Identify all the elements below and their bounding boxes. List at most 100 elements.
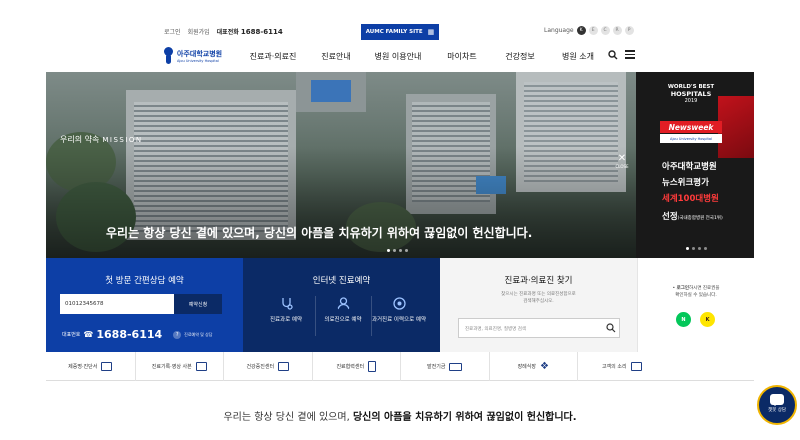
language-p[interactable]: P [624, 26, 634, 35]
language-cn[interactable]: C [600, 26, 610, 35]
hero-dot-1[interactable] [387, 249, 390, 252]
reserve-by-history[interactable]: 과거진료 이력으로 예약 [371, 296, 427, 324]
banner-line-4-small: (국내종합병원 전국1위) [677, 216, 723, 221]
find-doctor-panel: 진료과·의료진 찾기 찾으시는 진료과명 또는 의료진성함으로 검색해주십시오.… [440, 258, 637, 352]
first-visit-panel: 첫 방문 간편상담 예약 01012345678 예약신청 대표번호 ☎ 168… [46, 258, 243, 352]
banner-hospitals: HOSPITALS [670, 90, 712, 98]
mission-label: 우리의 약속 MISSION [60, 134, 143, 145]
department-search-input[interactable]: 진료과명, 의료진명, 질병명 검색 [458, 318, 620, 338]
rep-label: 대표번호 [62, 332, 81, 338]
family-site-label: AUMC FAMILY SITE [365, 29, 423, 35]
login-link[interactable]: 로그인 [164, 27, 181, 36]
search-icon[interactable] [606, 323, 616, 333]
hospital-logo[interactable]: 아주대학교병원 Ajou University Hospital [164, 47, 222, 64]
reserve-by-department-label: 진료과로 예약 [269, 317, 303, 323]
shortcut-label: 진료기록·영상 사본 [151, 364, 192, 370]
login-message-1: 하시면 진료권을 [689, 286, 720, 291]
language-ru[interactable]: R [612, 26, 622, 35]
kakao-login-button[interactable]: K [700, 312, 715, 327]
utility-bar: 로그인 회원가입 대표전화 1688-6114 AUMC FAMILY SITE… [0, 0, 800, 40]
language-ko[interactable]: K [576, 26, 586, 35]
hero-dot-3[interactable] [399, 249, 402, 252]
menu-icon[interactable] [625, 50, 635, 60]
login-message: • 로그인하시면 진료권을 확인하실 수 있습니다. [638, 285, 754, 299]
slogan: 우리는 항상 당신 곁에 있으며, 당신의 아픔을 치유하기 위하여 끊임없이 … [0, 408, 800, 423]
banner-line-4: 선정(국내종합병원 전국1위) [662, 210, 723, 222]
mission-label-ko: 우리의 약속 [60, 135, 100, 144]
call-label: 대표전화 [216, 29, 239, 36]
rep-number-row: 대표번호 ☎ 1688-6114 ? 진료예약 및 상담 [62, 328, 212, 341]
logo-text: 아주대학교병원 Ajou University Hospital [177, 49, 222, 63]
slogan-normal: 우리는 항상 당신 곁에 있으며, [223, 412, 353, 423]
join-link[interactable]: 회원가입 [188, 27, 210, 36]
find-doctor-desc-1: 찾으시는 진료과명 또는 의료진성함으로 [501, 292, 576, 297]
naver-login-button[interactable]: N [676, 312, 691, 327]
reserve-by-department[interactable]: 진료과로 예약 [258, 296, 314, 324]
banner-pagination [686, 247, 707, 250]
family-site-button[interactable]: AUMC FAMILY SITE ▦ [361, 24, 439, 40]
banner-line-3: 세계100대병원 [662, 194, 719, 204]
nav-item-mychart[interactable]: 마이차트 [434, 51, 490, 62]
rep-number: 1688-6114 [96, 328, 163, 341]
shortcut-label: 진료협력센터 [336, 364, 365, 370]
chart-icon [101, 362, 113, 371]
main-navigation: 아주대학교병원 Ajou University Hospital 진료과·의료진… [0, 40, 800, 72]
phone-icon: ☎ [83, 330, 94, 339]
chat-icon [770, 394, 784, 406]
apply-button[interactable]: 예약신청 [174, 294, 222, 314]
online-reservation-title: 인터넷 진료예약 [312, 276, 371, 286]
logo-name-en: Ajou University Hospital [177, 58, 219, 63]
shortcut-certificates[interactable]: 제증명·진단서 [46, 352, 135, 381]
hero-dot-4[interactable] [405, 249, 408, 252]
info-icon[interactable]: ? [173, 330, 182, 339]
call-info: 대표전화 1688-6114 [217, 27, 283, 36]
shortcut-label: 발전기금 [427, 364, 446, 370]
phone-input[interactable]: 01012345678 [60, 294, 174, 314]
nav-item-about[interactable]: 병원 소개 [550, 51, 606, 62]
find-doctor-desc: 찾으시는 진료과명 또는 의료진성함으로 검색해주십시오. [440, 291, 637, 305]
document-icon [368, 361, 377, 372]
hero-pagination [387, 249, 408, 252]
slogan-bold: 당신의 아픔을 치유하기 위하여 끊임없이 헌신합니다. [352, 412, 577, 423]
search-icon[interactable] [608, 50, 618, 60]
nav-item-health[interactable]: 건강정보 [492, 51, 548, 62]
nav-menu: 진료과·의료진 진료안내 병원 이용안내 마이차트 건강정보 병원 소개 [240, 51, 606, 62]
language-label: Language [544, 27, 574, 34]
hero-dot-2[interactable] [393, 249, 396, 252]
login-panel: • 로그인하시면 진료권을 확인하실 수 있습니다. N K [637, 258, 754, 352]
login-message-bold[interactable]: 로그인 [677, 286, 689, 291]
banner-line-2: 뉴스위크평가 [662, 178, 709, 188]
shortcut-label: 건강증진센터 [246, 364, 275, 370]
login-message-2: 확인하실 수 있습니다. [675, 293, 717, 298]
shortcut-funeral[interactable]: 장례식장 ❖ [488, 352, 578, 381]
grid-icon: ▦ [427, 28, 435, 36]
banner-year: 2019 [684, 98, 698, 104]
nav-item-usage[interactable]: 병원 이용안내 [364, 51, 432, 62]
shortcut-cooperation[interactable]: 진료협력센터 [311, 352, 401, 381]
utility-links: 로그인 회원가입 대표전화 1688-6114 [164, 27, 283, 36]
banner-close-button[interactable]: ✕ CLOSE [612, 154, 632, 170]
banner-award: WORLD'S BEST HOSPITALS 2019 [660, 84, 722, 105]
chatbot-button[interactable]: 챗봇 상담 [757, 385, 797, 425]
logo-mark-icon [164, 47, 174, 64]
hero-title: 우리는 항상 당신 곁에 있으며, 당신의 아픔을 치유하기 위하여 끊임없이 … [106, 226, 533, 240]
nav-item-guide[interactable]: 진료안내 [310, 51, 362, 62]
banner-dot-2[interactable] [692, 247, 695, 250]
ribbon-icon: ❖ [539, 361, 549, 372]
logo-name-ko: 아주대학교병원 [177, 49, 223, 58]
banner-dot-3[interactable] [698, 247, 701, 250]
reserve-by-doctor-label: 의료진으로 예약 [324, 317, 362, 323]
reserve-by-doctor[interactable]: 의료진으로 예약 [315, 296, 371, 324]
language-en[interactable]: E [588, 26, 598, 35]
call-number: 1688-6114 [240, 28, 283, 36]
shortcut-donation[interactable]: 발전기금 [400, 352, 489, 381]
shortcut-voice[interactable]: 고객의 소리 [577, 352, 666, 381]
banner-dot-1[interactable] [686, 247, 689, 250]
doctor-icon [336, 297, 350, 311]
shortcut-records[interactable]: 진료기록·영상 사본 [134, 352, 224, 381]
banner-dot-4[interactable] [704, 247, 707, 250]
banner-sub: Ajou University Hospital [660, 134, 722, 143]
shortcut-health-center[interactable]: 건강증진센터 [223, 352, 312, 381]
nav-item-departments[interactable]: 진료과·의료진 [240, 51, 306, 62]
shortcut-label: 제증명·진단서 [68, 364, 98, 370]
